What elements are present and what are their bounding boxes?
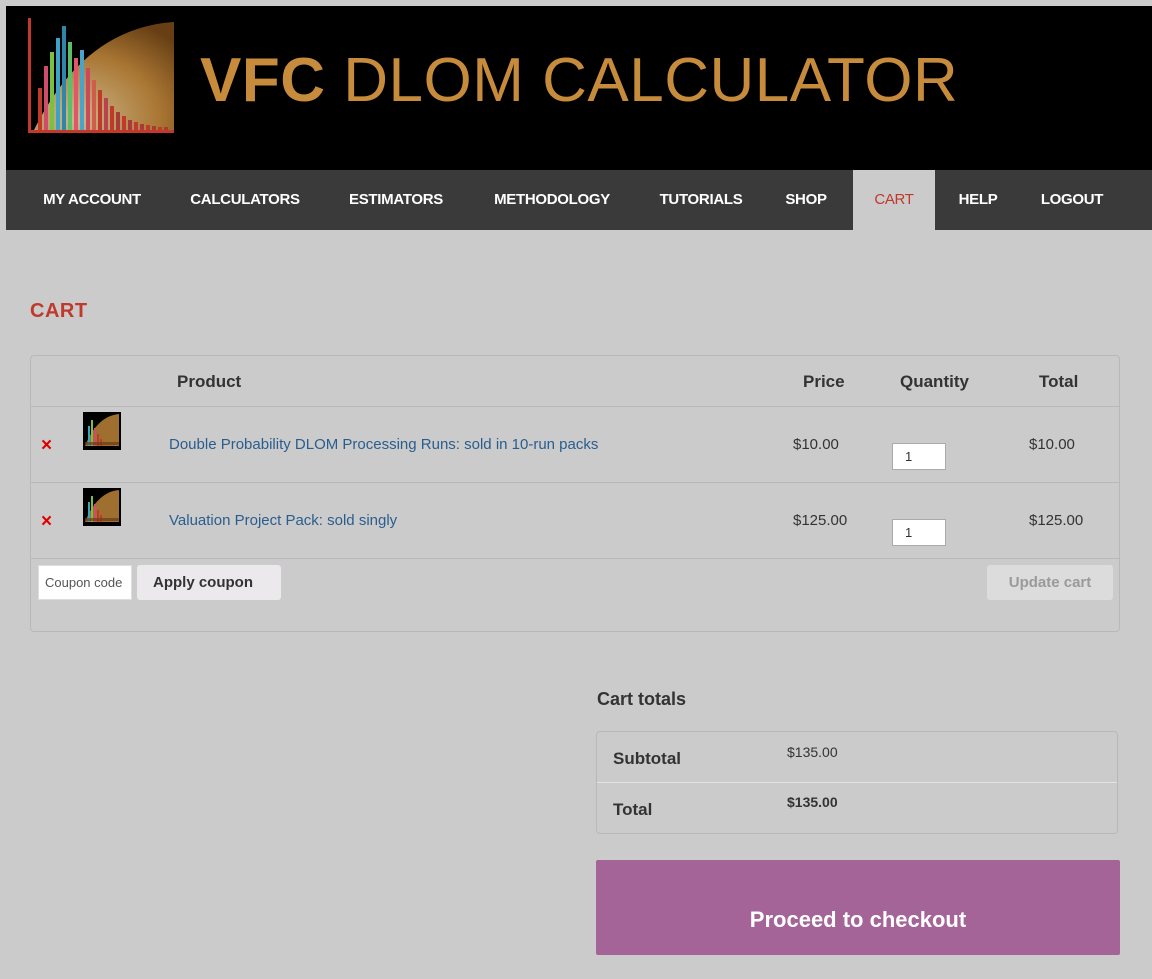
divider	[597, 782, 1117, 783]
nav-shop[interactable]: SHOP	[770, 170, 842, 230]
site-title: VFC DLOM CALCULATOR	[200, 46, 958, 116]
col-quantity: Quantity	[900, 372, 969, 391]
product-price: $125.00	[793, 512, 848, 529]
cart-totals-table: Subtotal $135.00 Total $135.00	[596, 731, 1118, 834]
coupon-input[interactable]: Coupon code	[38, 565, 132, 600]
product-price: $10.00	[793, 436, 839, 453]
main-nav: MY ACCOUNT CALCULATORS ESTIMATORS METHOD…	[6, 170, 1152, 230]
nav-my-account[interactable]: MY ACCOUNT	[24, 170, 160, 230]
remove-item-icon[interactable]: ×	[41, 436, 52, 456]
nav-tutorials[interactable]: TUTORIALS	[642, 170, 760, 230]
divider	[31, 558, 1119, 559]
subtotal-value: $135.00	[787, 744, 838, 760]
nav-help[interactable]: HELP	[944, 170, 1012, 230]
product-thumbnail[interactable]	[83, 412, 121, 450]
update-cart-button[interactable]: Update cart	[987, 565, 1113, 600]
col-total: Total	[1039, 372, 1079, 391]
product-subtotal: $10.00	[1029, 436, 1075, 453]
page-title: CART	[30, 300, 88, 322]
product-subtotal: $125.00	[1029, 512, 1084, 529]
nav-calculators[interactable]: CALCULATORS	[174, 170, 316, 230]
site-banner: VFC DLOM CALCULATOR	[6, 6, 1152, 170]
nav-estimators[interactable]: ESTIMATORS	[332, 170, 460, 230]
nav-methodology[interactable]: METHODOLOGY	[474, 170, 630, 230]
nav-logout[interactable]: LOGOUT	[1022, 170, 1122, 230]
remove-item-icon[interactable]: ×	[41, 512, 52, 532]
site-title-bold: VFC	[200, 46, 326, 115]
divider	[31, 406, 1119, 407]
proceed-to-checkout-button[interactable]: Proceed to checkout	[596, 860, 1120, 955]
col-product: Product	[177, 372, 242, 391]
quantity-input[interactable]: 1	[892, 519, 946, 546]
product-link[interactable]: Double Probability DLOM Processing Runs:…	[169, 436, 598, 453]
quantity-input[interactable]: 1	[892, 443, 946, 470]
total-value: $135.00	[787, 794, 838, 810]
apply-coupon-button[interactable]: Apply coupon	[137, 565, 281, 600]
product-thumbnail[interactable]	[83, 488, 121, 526]
nav-cart[interactable]: CART	[853, 170, 935, 230]
site-title-rest: DLOM CALCULATOR	[343, 46, 959, 115]
subtotal-label: Subtotal	[613, 749, 681, 768]
logo	[24, 18, 178, 136]
cart-table: Product Price Quantity Total × Double Pr…	[30, 355, 1120, 632]
product-link[interactable]: Valuation Project Pack: sold singly	[169, 512, 397, 529]
col-price: Price	[803, 372, 845, 391]
total-label: Total	[613, 800, 653, 819]
cart-totals-heading: Cart totals	[597, 689, 687, 709]
divider	[31, 482, 1119, 483]
